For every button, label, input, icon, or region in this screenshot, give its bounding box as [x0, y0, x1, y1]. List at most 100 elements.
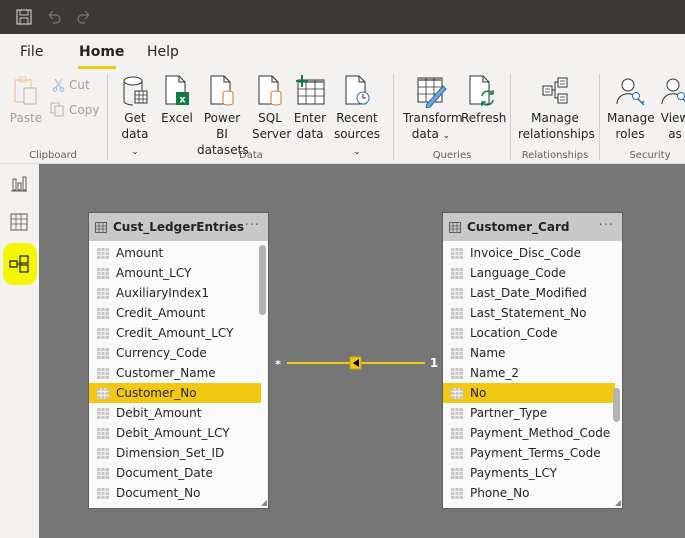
view-as-button[interactable]: View as: [658, 74, 685, 142]
cardinality-many: *: [275, 358, 281, 371]
field-row[interactable]: Phone_No: [443, 483, 615, 503]
cut-icon: [52, 78, 65, 92]
scrollbar-thumb[interactable]: [259, 245, 266, 315]
sql-server-icon: [258, 75, 282, 106]
field-row[interactable]: Last_Statement_No: [443, 303, 615, 323]
cut-button[interactable]: Cut: [52, 78, 90, 92]
enter-data-button[interactable]: Enter data: [293, 74, 327, 142]
tab-help[interactable]: Help: [147, 44, 179, 60]
table-card-header[interactable]: Cust_LedgerEntries ···: [89, 213, 268, 241]
field-row[interactable]: Credit_Amount: [89, 303, 261, 323]
field-row[interactable]: Document_Date: [89, 463, 261, 483]
field-icon: [97, 487, 109, 499]
more-options-icon[interactable]: ···: [245, 218, 260, 233]
field-row[interactable]: Debit_Amount: [89, 403, 261, 423]
enter-data-label-1: Enter: [293, 111, 327, 125]
field-icon: [451, 467, 463, 479]
recent-sources-button[interactable]: Recent sources ⌄: [330, 74, 384, 160]
tab-file[interactable]: File: [20, 44, 43, 60]
field-name: Customer_Name: [116, 366, 216, 380]
separator: [393, 74, 394, 160]
field-row[interactable]: Dimension_Set_ID: [89, 443, 261, 463]
field-row[interactable]: Currency_Code: [89, 343, 261, 363]
field-row[interactable]: No: [443, 383, 615, 403]
field-name: Phone_No: [470, 486, 530, 500]
powerbi-datasets-button[interactable]: Power BI datasets: [197, 74, 249, 158]
field-icon: [97, 387, 109, 399]
clipboard-group-label: Clipboard: [29, 150, 77, 161]
field-row[interactable]: AuxiliaryIndex1: [89, 283, 261, 303]
refresh-label: Refresh: [461, 111, 507, 125]
field-icon: [97, 347, 109, 359]
field-row[interactable]: Name: [443, 343, 615, 363]
field-name: Debit_Amount_LCY: [116, 426, 230, 440]
field-icon: [97, 447, 109, 459]
view-as-icon: [661, 78, 685, 105]
more-options-icon[interactable]: ···: [599, 218, 614, 233]
field-row[interactable]: Location_Code: [443, 323, 615, 343]
scrollbar-thumb[interactable]: [613, 388, 620, 422]
field-icon: [97, 367, 109, 379]
field-row[interactable]: Payment_Method_Code: [443, 423, 615, 443]
table-card-customer-card[interactable]: Customer_Card ··· Invoice_Disc_Code Langu…: [442, 212, 623, 509]
excel-button[interactable]: x Excel: [161, 74, 193, 126]
field-icon: [97, 307, 109, 319]
paste-button[interactable]: Paste: [8, 74, 44, 126]
separator: [510, 74, 511, 160]
report-view-icon[interactable]: [8, 172, 30, 194]
paste-icon: [14, 76, 37, 105]
field-list: Invoice_Disc_Code Language_Code Last_Date_…: [443, 241, 622, 503]
field-row[interactable]: Customer_Name: [89, 363, 261, 383]
field-row[interactable]: Invoice_Disc_Code: [443, 243, 615, 263]
field-row[interactable]: Credit_Amount_LCY: [89, 323, 261, 343]
undo-icon[interactable]: [45, 8, 63, 26]
field-icon: [97, 427, 109, 439]
table-card-header[interactable]: Customer_Card ···: [443, 213, 622, 241]
field-row[interactable]: Debit_Amount_LCY: [89, 423, 261, 443]
field-name: Language_Code: [470, 266, 566, 280]
field-row[interactable]: Last_Date_Modified: [443, 283, 615, 303]
relationship-line[interactable]: * 1: [270, 352, 442, 374]
field-row[interactable]: Document_No: [89, 483, 261, 503]
field-row[interactable]: Customer_No: [89, 383, 261, 403]
field-row[interactable]: Amount: [89, 243, 261, 263]
copy-label: Copy: [69, 102, 100, 117]
table-icon: [95, 221, 107, 233]
field-icon: [451, 367, 463, 379]
model-view-icon[interactable]: [8, 253, 30, 275]
refresh-button[interactable]: Refresh: [461, 74, 506, 126]
get-data-button[interactable]: Get data ⌄: [116, 74, 154, 160]
field-name: Last_Statement_No: [470, 306, 587, 320]
cardinality-one: 1: [430, 356, 438, 370]
field-name: Name_2: [470, 366, 520, 380]
tab-home[interactable]: Home: [79, 44, 124, 60]
field-row[interactable]: Partner_Type: [443, 403, 615, 423]
resize-handle-icon[interactable]: ◢: [261, 498, 267, 507]
manage-roles-label-2: roles: [615, 127, 645, 141]
field-row[interactable]: Payment_Terms_Code: [443, 443, 615, 463]
sql-server-button[interactable]: SQL Server: [252, 74, 291, 142]
table-card-cust-ledger-entries[interactable]: Cust_LedgerEntries ··· Amount Amount_LCY A…: [88, 212, 269, 509]
manage-roles-button[interactable]: Manage roles: [607, 74, 655, 142]
excel-icon: x: [165, 75, 189, 106]
data-view-icon[interactable]: [8, 211, 30, 233]
copy-button[interactable]: Copy: [50, 102, 99, 117]
field-row[interactable]: Name_2: [443, 363, 615, 383]
field-name: Location_Code: [470, 326, 558, 340]
field-icon: [451, 287, 463, 299]
transform-label-2: data: [411, 127, 439, 141]
transform-data-button[interactable]: Transform data ⌄: [403, 74, 463, 144]
field-name: Last_Date_Modified: [470, 286, 587, 300]
field-row[interactable]: Language_Code: [443, 263, 615, 283]
recent-label-1: Recent: [336, 111, 378, 125]
manage-rel-label-2: relationships: [518, 127, 595, 141]
manage-relationships-button[interactable]: Manage relationships: [518, 74, 595, 142]
field-row[interactable]: Amount_LCY: [89, 263, 261, 283]
field-icon: [451, 267, 463, 279]
redo-icon[interactable]: [75, 8, 93, 26]
save-icon[interactable]: [15, 8, 33, 26]
field-row[interactable]: Payments_LCY: [443, 463, 615, 483]
separator: [599, 74, 600, 160]
field-name: No: [470, 386, 487, 400]
resize-handle-icon[interactable]: ◢: [615, 498, 621, 507]
